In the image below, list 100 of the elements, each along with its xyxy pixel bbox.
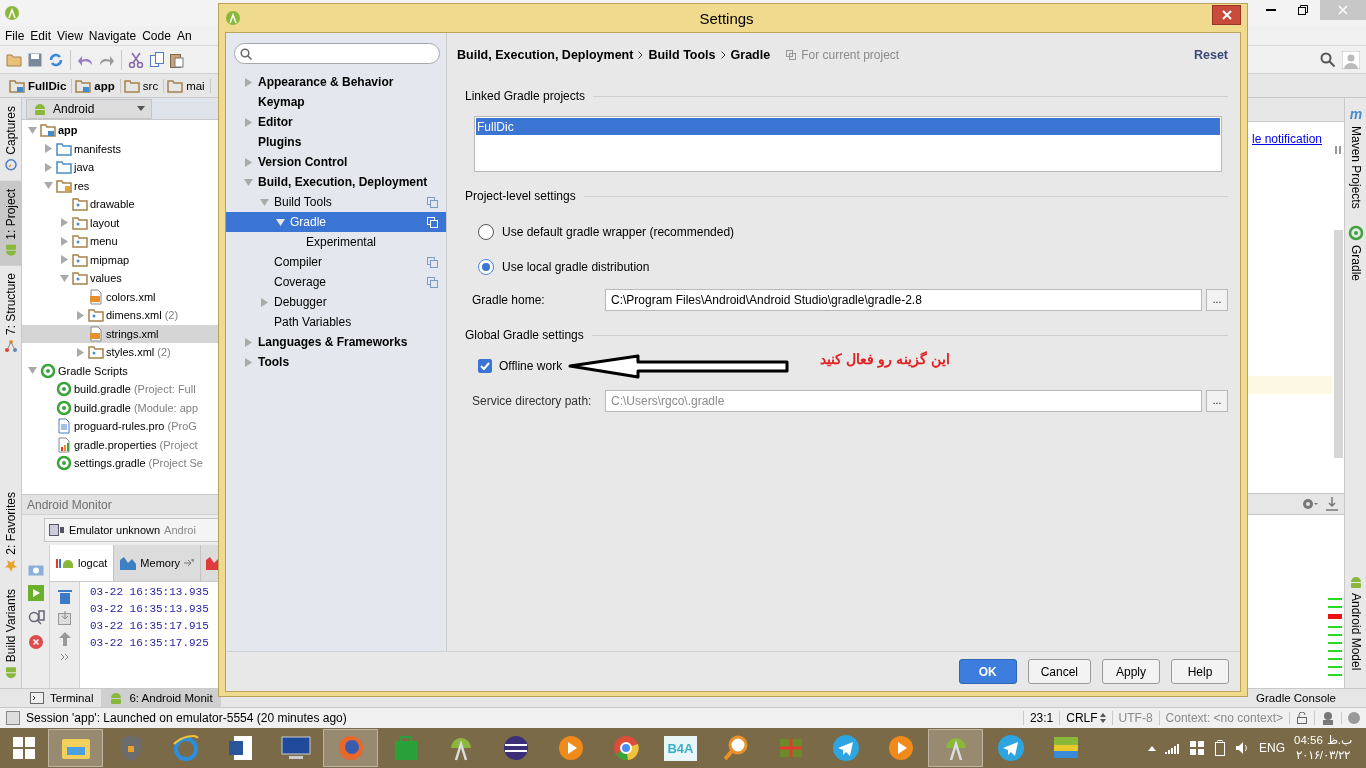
- settings-nav-item[interactable]: Build Tools: [226, 192, 446, 212]
- annotation-text: این گزینه رو فعال کنید: [820, 351, 950, 367]
- breadcrumb[interactable]: src: [122, 78, 165, 93]
- tool-window-tab[interactable]: 2: Favorites: [0, 484, 22, 581]
- tree-item[interactable]: strings.xml: [22, 324, 218, 343]
- tree-item[interactable]: settings.gradle (Project Se: [22, 454, 218, 473]
- script-file-icon: [56, 381, 72, 398]
- settings-nav-item[interactable]: Debugger: [226, 292, 446, 312]
- terminal-icon: [30, 692, 44, 704]
- tree-item[interactable]: manifests: [22, 139, 218, 158]
- settings-nav-item[interactable]: Compiler: [226, 252, 446, 272]
- view-dropdown[interactable]: Android: [26, 98, 152, 119]
- tool-window-tab[interactable]: 6: Android Monit: [101, 689, 221, 707]
- menubar-entry[interactable]: File: [2, 28, 28, 43]
- tree-item[interactable]: styles.xml (2): [22, 343, 218, 362]
- tree-item[interactable]: layout: [22, 213, 218, 232]
- dialog-button[interactable]: Help: [1171, 659, 1229, 684]
- notification-link[interactable]: le notification: [1248, 132, 1332, 146]
- breadcrumb[interactable]: app: [74, 78, 121, 93]
- tool-window-tab[interactable]: 7: Structure: [0, 265, 22, 362]
- download-icon: [1326, 497, 1338, 511]
- settings-nav-item[interactable]: Appearance & Behavior: [226, 72, 446, 92]
- tree-item[interactable]: gradle.properties (Project: [22, 435, 218, 454]
- input-field[interactable]: C:\Program Files\Android\Android Studio\gradle\gradle-2.8: [605, 288, 1202, 311]
- browse-button[interactable]: ...: [1206, 288, 1228, 311]
- ok-button[interactable]: OK: [958, 659, 1017, 684]
- monitor-tab[interactable]: Memory: [114, 545, 202, 581]
- breadcrumb[interactable]: FullDic: [8, 78, 73, 93]
- settings-nav-item[interactable]: Build, Execution, Deployment: [226, 172, 446, 192]
- tool-window-tab[interactable]: Build Variants: [0, 580, 22, 688]
- tree-item[interactable]: proguard-rules.pro (ProG: [22, 417, 218, 436]
- monitor-tab[interactable]: logcat: [50, 545, 115, 581]
- tree-item[interactable]: dimens.xml (2): [22, 306, 218, 325]
- tree-item[interactable]: colors.xml: [22, 287, 218, 306]
- device-dropdown[interactable]: Emulator unknown Androi: [44, 518, 218, 542]
- paper-plane-icon: [996, 734, 1025, 762]
- tool-window-tab[interactable]: Captures: [0, 98, 22, 181]
- pin-icon: [184, 559, 195, 567]
- sphere-icon: [501, 734, 530, 762]
- radio-button[interactable]: [478, 223, 494, 240]
- settings-nav-item[interactable]: Gradle: [226, 212, 446, 232]
- dialog-button[interactable]: Cancel: [1027, 659, 1091, 684]
- collapse-arrow-icon: [43, 181, 53, 191]
- robot-icon: [56, 557, 74, 569]
- tool-window-tab[interactable]: Gradle Console: [1248, 689, 1344, 707]
- tool-window-tab[interactable]: m Maven Projects: [1345, 98, 1366, 217]
- checkbox[interactable]: [478, 359, 492, 373]
- settings-nav-item[interactable]: Editor: [226, 112, 446, 132]
- paste-icon: [170, 51, 184, 68]
- field-label: Gradle home:: [472, 292, 546, 307]
- tool-window-tab[interactable]: Terminal: [22, 689, 102, 707]
- language-indicator[interactable]: ENG: [1259, 741, 1285, 755]
- settings-nav-item[interactable]: Path Variables: [226, 312, 446, 332]
- tree-item[interactable]: build.gradle (Project: Full: [22, 380, 218, 399]
- error-icon: [28, 635, 43, 649]
- reset-link[interactable]: Reset: [1193, 48, 1228, 62]
- close-button[interactable]: [1212, 5, 1241, 25]
- copy-icon: [427, 256, 438, 268]
- tree-item[interactable]: res: [22, 176, 218, 195]
- tree-item[interactable]: drawable: [22, 195, 218, 214]
- tree-item[interactable]: build.gradle (Module: app: [22, 398, 218, 417]
- tree-item[interactable]: mipmap: [22, 250, 218, 269]
- tool-window-tab[interactable]: Android Model: [1345, 566, 1366, 678]
- menubar-entry[interactable]: Edit: [27, 28, 55, 43]
- folder-icon: [123, 78, 140, 93]
- settings-nav-item[interactable]: Keymap: [226, 92, 446, 112]
- flag-icon: [1190, 741, 1204, 755]
- magnifier-icon: [722, 734, 749, 762]
- tree-item[interactable]: java: [22, 158, 218, 177]
- tree-item[interactable]: values: [22, 269, 218, 288]
- module-folder-icon: [9, 78, 25, 93]
- search-icon: [1320, 51, 1336, 68]
- settings-nav-item[interactable]: Experimental: [226, 232, 446, 252]
- breadcrumb[interactable]: mai: [166, 78, 211, 93]
- settings-nav-item[interactable]: Languages & Frameworks: [226, 332, 446, 352]
- folder-icon: [72, 215, 88, 230]
- line-separator-selector[interactable]: CRLF: [1066, 711, 1098, 725]
- menubar-entry[interactable]: An: [173, 28, 195, 43]
- minimize-icon: [1266, 9, 1276, 11]
- scrollbar-thumb[interactable]: [1333, 230, 1343, 458]
- log-line: 03-22 16:35:17.925: [90, 637, 210, 651]
- menubar-entry[interactable]: Navigate: [85, 28, 140, 43]
- search-field[interactable]: [234, 43, 440, 64]
- tree-item[interactable]: app: [22, 121, 218, 140]
- settings-nav-item[interactable]: Version Control: [226, 152, 446, 172]
- menubar-entry[interactable]: Code: [139, 28, 174, 43]
- settings-nav-item[interactable]: Tools: [226, 352, 446, 372]
- scope-label: For current project: [801, 48, 900, 62]
- radio-button[interactable]: [478, 258, 494, 275]
- list-item[interactable]: FullDic: [476, 118, 1220, 135]
- tree-item[interactable]: Gradle Scripts: [22, 361, 218, 380]
- cursor-position[interactable]: 23:1: [1022, 711, 1060, 725]
- tool-window-tab[interactable]: Gradle: [1345, 216, 1366, 289]
- settings-nav-item[interactable]: Plugins: [226, 132, 446, 152]
- menubar-entry[interactable]: View: [54, 28, 86, 43]
- tool-window-tab[interactable]: 1: Project: [0, 180, 22, 266]
- save-icon: [28, 52, 42, 67]
- tree-item[interactable]: menu: [22, 232, 218, 251]
- dialog-button[interactable]: Apply: [1102, 659, 1160, 684]
- settings-nav-item[interactable]: Coverage: [226, 272, 446, 292]
